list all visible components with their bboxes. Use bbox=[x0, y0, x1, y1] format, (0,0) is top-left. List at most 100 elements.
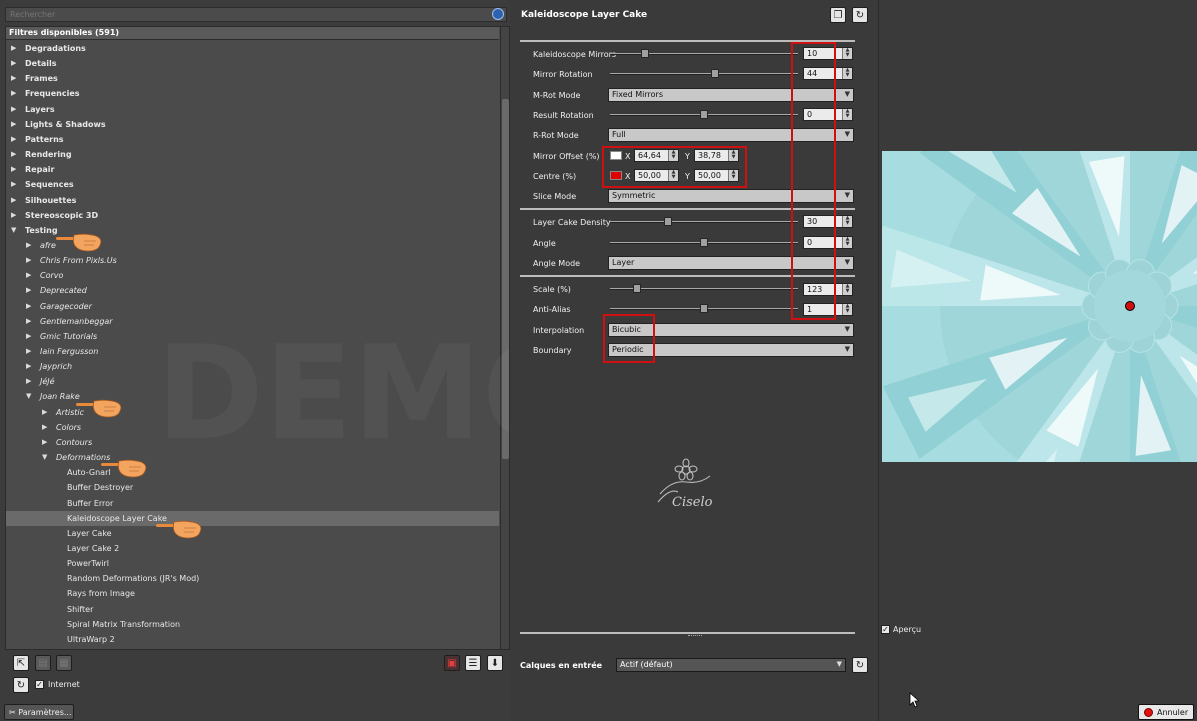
chevron-right-icon[interactable]: ▶ bbox=[11, 56, 19, 71]
chevron-right-icon[interactable]: ▶ bbox=[11, 86, 19, 101]
filter-tree[interactable]: Filtres disponibles (591) ▶ Degradations ▶… bbox=[5, 26, 510, 650]
slider-handle[interactable] bbox=[700, 110, 708, 119]
selection-mode-button[interactable]: ☰ bbox=[465, 655, 481, 671]
tree-item[interactable]: ▶ Contours bbox=[6, 435, 499, 450]
tree-item[interactable]: ▶ Jayprich bbox=[6, 359, 499, 374]
chevron-right-icon[interactable]: ▶ bbox=[11, 177, 19, 192]
angle-slider[interactable] bbox=[610, 238, 798, 247]
tree-item[interactable]: ▶ Garagecoder bbox=[6, 299, 499, 314]
tree-item[interactable]: ▶ Stereoscopic 3D bbox=[6, 208, 499, 223]
slider-handle[interactable] bbox=[633, 284, 642, 293]
chevron-right-icon[interactable]: ▶ bbox=[42, 405, 50, 420]
tree-item[interactable]: ▶ Silhouettes bbox=[6, 193, 499, 208]
chevron-right-icon[interactable]: ▶ bbox=[42, 435, 50, 450]
search-icon[interactable] bbox=[492, 8, 504, 20]
preview-image[interactable] bbox=[882, 151, 1197, 462]
tree-item[interactable]: Rays from Image bbox=[6, 586, 499, 601]
tree-item[interactable]: ▶ Frames bbox=[6, 71, 499, 86]
chevron-right-icon[interactable]: ▶ bbox=[11, 102, 19, 117]
chevron-down-icon[interactable]: ▼ bbox=[42, 450, 50, 465]
tree-item[interactable]: ▶ Frequencies bbox=[6, 86, 499, 101]
slider-handle[interactable] bbox=[700, 304, 708, 313]
chevron-right-icon[interactable]: ▶ bbox=[11, 193, 19, 208]
tree-item[interactable]: ▼ Deformations bbox=[6, 450, 499, 465]
tree-item[interactable]: Layer Cake 2 bbox=[6, 541, 499, 556]
chevron-right-icon[interactable]: ▶ bbox=[11, 162, 19, 177]
chevron-right-icon[interactable]: ▶ bbox=[26, 374, 34, 389]
spin-arrows-icon[interactable]: ▲ ▼ bbox=[842, 304, 852, 315]
tree-scrollbar[interactable] bbox=[500, 27, 509, 649]
tree-item[interactable]: Random Deformations (JR's Mod) bbox=[6, 571, 499, 586]
tree-item[interactable]: ▶ Iain Fergusson bbox=[6, 344, 499, 359]
apercu-checkbox[interactable]: ✓ bbox=[881, 625, 890, 634]
tree-item[interactable]: ▶ Layers bbox=[6, 102, 499, 117]
visibility-toggle-button[interactable]: ▣ bbox=[444, 655, 460, 671]
slider-handle[interactable] bbox=[710, 69, 719, 78]
result-rotation-slider[interactable] bbox=[610, 110, 798, 119]
tree-item[interactable]: ▶ Lights & Shadows bbox=[6, 117, 499, 132]
slider-handle[interactable] bbox=[640, 49, 649, 58]
chevron-down-icon[interactable]: ▼ bbox=[26, 389, 34, 404]
tree-item[interactable]: ▶ Gentlemanbeggar bbox=[6, 314, 499, 329]
cancel-button[interactable]: Annuler bbox=[1138, 704, 1194, 720]
anti-alias-slider[interactable] bbox=[610, 304, 798, 313]
chevron-right-icon[interactable]: ▶ bbox=[26, 238, 34, 253]
chevron-right-icon[interactable]: ▶ bbox=[26, 329, 34, 344]
slider-handle[interactable] bbox=[700, 238, 708, 247]
tree-item[interactable]: ▶ Degradations bbox=[6, 41, 499, 56]
tree-item[interactable]: ▶ Details bbox=[6, 56, 499, 71]
reset-parameters-icon[interactable]: ↻ bbox=[852, 7, 868, 23]
chevron-right-icon[interactable]: ▶ bbox=[26, 344, 34, 359]
tree-item[interactable]: Shifter bbox=[6, 602, 499, 617]
refresh-icon[interactable]: ↻ bbox=[852, 657, 868, 673]
tree-item[interactable]: Layer Cake bbox=[6, 526, 499, 541]
tree-item[interactable]: ▶ Repair bbox=[6, 162, 499, 177]
rename-favorite-button[interactable]: ▤ bbox=[35, 655, 51, 671]
spin-arrows-icon[interactable]: ▲ ▼ bbox=[842, 284, 852, 295]
download-button[interactable]: ⬇ bbox=[487, 655, 503, 671]
spin-arrows-icon[interactable]: ▲ ▼ bbox=[842, 48, 852, 59]
tree-item[interactable]: ▶ Colors bbox=[6, 420, 499, 435]
copy-command-icon[interactable]: ❐ bbox=[830, 7, 846, 23]
chevron-right-icon[interactable]: ▶ bbox=[26, 299, 34, 314]
search-input[interactable] bbox=[5, 7, 507, 22]
chevron-right-icon[interactable]: ▶ bbox=[26, 253, 34, 268]
tree-item[interactable]: PowerTwirl bbox=[6, 556, 499, 571]
tree-item[interactable]: ▶ Chris From Pixls.Us bbox=[6, 253, 499, 268]
add-favorite-button[interactable]: ⇱ bbox=[13, 655, 29, 671]
mirror-rotation-slider[interactable] bbox=[610, 69, 798, 78]
chevron-down-icon[interactable]: ▼ bbox=[11, 223, 19, 238]
tree-item[interactable]: ▶ Sequences bbox=[6, 177, 499, 192]
chevron-right-icon[interactable]: ▶ bbox=[11, 208, 19, 223]
kaleidoscope-mirrors-slider[interactable] bbox=[610, 49, 798, 58]
tree-item[interactable]: Buffer Error bbox=[6, 496, 499, 511]
tree-item[interactable]: ▶ Patterns bbox=[6, 132, 499, 147]
input-layers-select[interactable]: Actif (défaut) ▼ bbox=[616, 658, 846, 672]
tree-item[interactable]: ▶ Deprecated bbox=[6, 283, 499, 298]
chevron-right-icon[interactable]: ▶ bbox=[11, 71, 19, 86]
layer-cake-density-slider[interactable] bbox=[610, 217, 798, 226]
internet-checkbox[interactable]: ✓ bbox=[35, 680, 44, 689]
spin-arrows-icon[interactable]: ▲ ▼ bbox=[842, 68, 852, 79]
scale-slider[interactable] bbox=[610, 284, 798, 293]
scrollbar-thumb[interactable] bbox=[502, 99, 509, 459]
chevron-right-icon[interactable]: ▶ bbox=[11, 41, 19, 56]
tree-item[interactable]: ▶ JéJé bbox=[6, 374, 499, 389]
spin-arrows-icon[interactable]: ▲ ▼ bbox=[842, 237, 852, 248]
spin-arrows-icon[interactable]: ▲ ▼ bbox=[842, 216, 852, 227]
tree-item[interactable]: UltraWarp 2 bbox=[6, 632, 499, 647]
chevron-right-icon[interactable]: ▶ bbox=[42, 420, 50, 435]
splitter-handle[interactable] bbox=[688, 635, 702, 637]
chevron-right-icon[interactable]: ▶ bbox=[26, 283, 34, 298]
chevron-right-icon[interactable]: ▶ bbox=[11, 117, 19, 132]
refresh-icon[interactable]: ↻ bbox=[13, 677, 29, 693]
tree-item[interactable]: Auto-Gnarl bbox=[6, 465, 499, 480]
tree-item[interactable]: ▶ Corvo bbox=[6, 268, 499, 283]
settings-button[interactable]: ✂ Paramètres... bbox=[4, 704, 74, 720]
remove-favorite-button[interactable]: ▦ bbox=[56, 655, 72, 671]
chevron-right-icon[interactable]: ▶ bbox=[26, 268, 34, 283]
slider-handle[interactable] bbox=[664, 217, 672, 226]
tree-item[interactable]: ▶ Rendering bbox=[6, 147, 499, 162]
chevron-right-icon[interactable]: ▶ bbox=[26, 314, 34, 329]
tree-item[interactable]: ▶ Gmic Tutorials bbox=[6, 329, 499, 344]
